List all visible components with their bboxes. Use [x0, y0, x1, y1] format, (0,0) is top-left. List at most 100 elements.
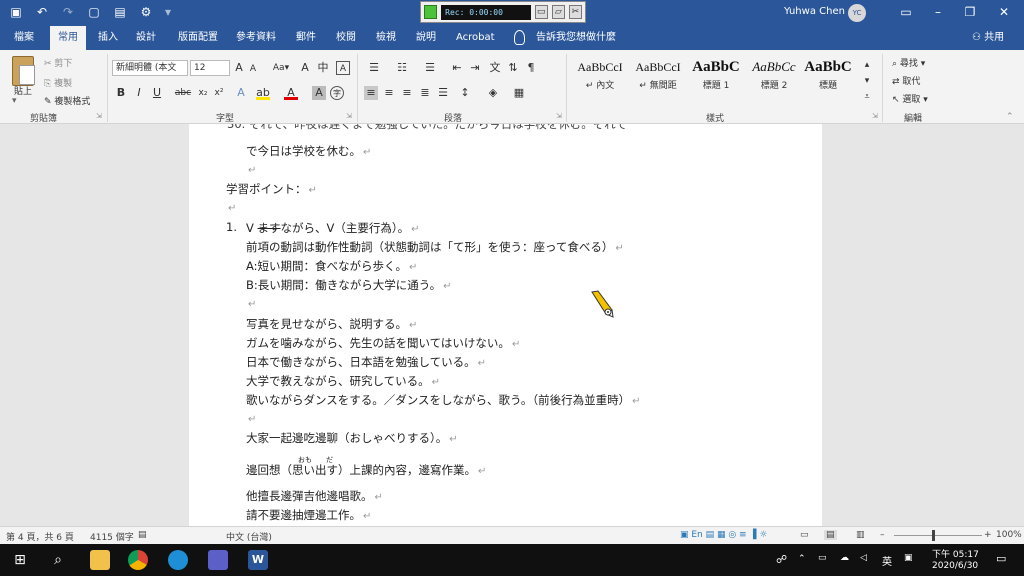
shrink-font-icon[interactable]: A — [246, 62, 260, 76]
tab-layout[interactable]: 版面配置 — [170, 26, 226, 50]
clear-formatting-icon[interactable]: A — [298, 61, 312, 75]
clock-time[interactable]: 下午 05:17 — [932, 547, 979, 560]
change-case-icon[interactable]: Aa▾ — [270, 61, 292, 75]
distributed-icon[interactable]: ☰ — [436, 86, 450, 100]
chrome-icon[interactable] — [128, 550, 148, 570]
web-layout-icon[interactable]: ▥ — [856, 530, 865, 540]
customize-icon[interactable]: ⚙ — [138, 4, 154, 20]
shading-icon[interactable]: ◈ — [486, 86, 500, 100]
multilevel-list-icon[interactable]: ☰ — [420, 61, 440, 75]
language-indicator[interactable]: 中文 (台灣) — [226, 530, 272, 543]
paragraph-launcher-icon[interactable]: ⇲ — [556, 112, 562, 120]
tray-chevron-icon[interactable]: ⌃ — [798, 554, 806, 564]
tab-references[interactable]: 參考資料 — [228, 26, 284, 50]
redo-icon[interactable]: ↷ — [60, 4, 76, 20]
styles-launcher-icon[interactable]: ⇲ — [872, 112, 878, 120]
recorder-cut-icon[interactable]: ✂ — [568, 5, 582, 19]
bold-icon[interactable]: B — [114, 86, 128, 100]
style-title[interactable]: AaBbC 標題 — [800, 56, 856, 102]
people-icon[interactable]: ☍ — [776, 553, 787, 566]
select-button[interactable]: ↖ 選取 ▾ — [892, 92, 928, 105]
superscript-icon[interactable]: x² — [212, 86, 226, 100]
tell-me-search[interactable]: 告訴我您想做什麼 — [528, 26, 624, 50]
zoom-slider-thumb[interactable] — [932, 530, 935, 541]
borders-icon[interactable]: ▦ — [512, 86, 526, 100]
zoom-slider[interactable] — [894, 535, 982, 536]
recorder-folder-icon[interactable]: ▱ — [551, 5, 565, 19]
underline-icon[interactable]: U — [150, 86, 164, 100]
style-heading-1[interactable]: AaBbC 標題 1 — [686, 56, 746, 102]
font-color-icon[interactable]: A — [284, 86, 298, 100]
decrease-indent-icon[interactable]: ⇤ — [450, 61, 464, 75]
clipboard-launcher-icon[interactable]: ⇲ — [96, 112, 102, 120]
styles-more-icon[interactable]: ⩡ — [860, 90, 874, 104]
style-normal[interactable]: AaBbCcI ↵ 內文 — [570, 56, 630, 102]
tab-home[interactable]: 常用 — [50, 26, 86, 50]
text-effects-icon[interactable]: A — [234, 86, 248, 100]
clock-date[interactable]: 2020/6/30 — [932, 561, 978, 571]
read-mode-icon[interactable]: ▭ — [800, 530, 809, 540]
notifications-icon[interactable]: ▭ — [996, 552, 1006, 565]
styles-scroll-up-icon[interactable]: ▴ — [860, 58, 874, 72]
character-border-icon[interactable]: A — [336, 61, 350, 75]
zoom-level[interactable]: 100% — [996, 530, 1022, 540]
record-button[interactable] — [424, 5, 438, 19]
qat-dropdown-icon[interactable]: ▾ — [164, 4, 172, 20]
strikethrough-icon[interactable]: abc — [174, 86, 192, 100]
tab-acrobat[interactable]: Acrobat — [448, 26, 503, 50]
line-spacing-icon[interactable]: ↕ — [458, 86, 472, 100]
network-icon[interactable]: ▭ — [818, 553, 827, 563]
collapse-ribbon-icon[interactable]: ⌃ — [1006, 112, 1014, 122]
ribbon-display-options-icon[interactable]: ▭ — [896, 4, 916, 20]
save-icon[interactable]: ▣ — [8, 4, 24, 20]
copy-button[interactable]: ⎘ 複製 — [44, 76, 72, 89]
tab-view[interactable]: 檢視 — [368, 26, 404, 50]
paste-icon[interactable] — [12, 56, 35, 86]
teams-icon[interactable] — [208, 550, 228, 570]
find-button[interactable]: ⌕ 尋找 ▾ — [892, 56, 925, 69]
search-icon[interactable]: ⌕ — [48, 550, 68, 570]
recorder-screen-icon[interactable]: ▭ — [534, 5, 548, 19]
tab-help[interactable]: 說明 — [408, 26, 444, 50]
sort-icon[interactable]: ⇅ — [506, 61, 520, 75]
align-left-icon[interactable]: ≡ — [364, 86, 378, 100]
close-icon[interactable]: ✕ — [994, 4, 1014, 20]
align-right-icon[interactable]: ≡ — [400, 86, 414, 100]
character-shading-icon[interactable]: A — [312, 86, 326, 100]
style-no-spacing[interactable]: AaBbCcI ↵ 無間距 — [628, 56, 688, 102]
zoom-out-button[interactable]: – — [880, 530, 885, 540]
format-painter-button[interactable]: ✎ 複製格式 — [44, 94, 90, 107]
avatar[interactable]: YC — [848, 4, 866, 22]
grow-font-icon[interactable]: A — [232, 61, 246, 75]
share-button[interactable]: ⚇ 共用 — [972, 26, 1004, 50]
undo-icon[interactable]: ↶ — [34, 4, 50, 20]
word-icon[interactable]: W — [248, 550, 268, 570]
replace-button[interactable]: ⇄ 取代 — [892, 74, 920, 87]
cut-button[interactable]: ✂ 剪下 — [44, 56, 72, 69]
font-launcher-icon[interactable]: ⇲ — [346, 112, 352, 120]
edge-icon[interactable] — [168, 550, 188, 570]
styles-scroll-down-icon[interactable]: ▾ — [860, 74, 874, 88]
tab-review[interactable]: 校閱 — [328, 26, 364, 50]
italic-icon[interactable]: I — [132, 86, 146, 100]
justify-icon[interactable]: ≣ — [418, 86, 432, 100]
increase-indent-icon[interactable]: ⇥ — [468, 61, 482, 75]
restore-icon[interactable]: ❐ — [960, 4, 980, 20]
proofing-icon[interactable]: ▤ — [138, 530, 147, 540]
align-center-icon[interactable]: ≡ — [382, 86, 396, 100]
new-document-icon[interactable]: ▢ — [86, 4, 102, 20]
highlight-icon[interactable]: ab — [256, 86, 270, 100]
tab-design[interactable]: 設計 — [128, 26, 164, 50]
show-marks-icon[interactable]: ¶ — [524, 61, 538, 75]
enclose-characters-icon[interactable]: 字 — [330, 86, 344, 100]
paste-dropdown-icon[interactable]: ▾ — [12, 96, 17, 106]
print-preview-icon[interactable]: ▤ — [112, 4, 128, 20]
tab-file[interactable]: 檔案 — [6, 26, 42, 50]
file-explorer-icon[interactable] — [90, 550, 110, 570]
style-heading-2[interactable]: AaBbCc 標題 2 — [744, 56, 804, 102]
font-size-combo[interactable]: 12 — [190, 60, 230, 76]
tab-mailings[interactable]: 郵件 — [288, 26, 324, 50]
onedrive-icon[interactable]: ☁ — [840, 553, 849, 563]
ime-indicator[interactable]: 英 — [882, 553, 892, 568]
ime-toolbar[interactable]: ▣ En ▤ ▦ ◎ ≡ ▐ ☼ — [680, 530, 767, 540]
